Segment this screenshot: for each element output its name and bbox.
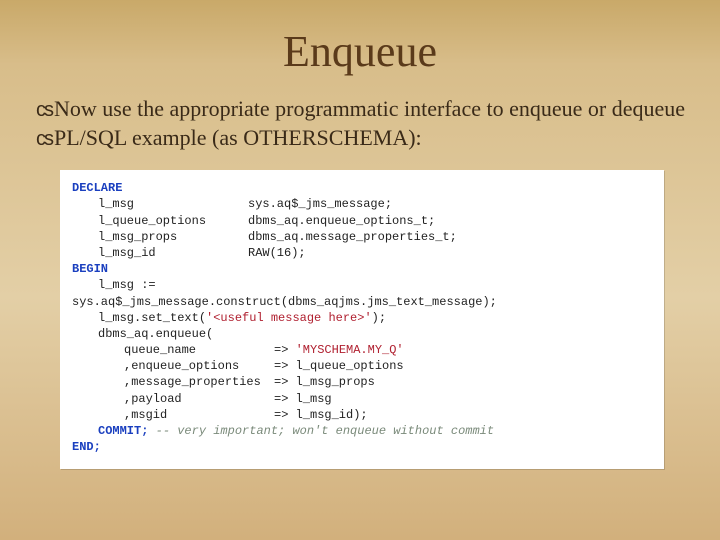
code-line: ,msgid=> l_msg_id); [72, 407, 652, 423]
code-line: l_msgsys.aq$_jms_message; [72, 196, 652, 212]
bullet-icon: c⁠s [36, 128, 52, 150]
code-line: l_msg_idRAW(16); [72, 245, 652, 261]
code-line: BEGIN [72, 261, 652, 277]
code-line: ,message_properties=> l_msg_props [72, 374, 652, 390]
code-comment: -- very important; won't enqueue without… [148, 424, 494, 438]
code-line: ,payload=> l_msg [72, 391, 652, 407]
code-line: l_queue_optionsdbms_aq.enqueue_options_t… [72, 213, 652, 229]
code-line: ,enqueue_options=> l_queue_options [72, 358, 652, 374]
code-line: l_msg_propsdbms_aq.message_properties_t; [72, 229, 652, 245]
code-line: queue_name=> 'MYSCHEMA.MY_Q' [72, 342, 652, 358]
code-line: END; [72, 439, 652, 455]
code-line: COMMIT; -- very important; won't enqueue… [72, 423, 652, 439]
code-line: sys.aq$_jms_message.construct(dbms_aqjms… [72, 294, 652, 310]
code-line: dbms_aq.enqueue( [72, 326, 652, 342]
bullet-item: c⁠sNow use the appropriate programmatic … [36, 95, 686, 124]
slide: Enqueue c⁠sNow use the appropriate progr… [0, 0, 720, 540]
bullet-list: c⁠sNow use the appropriate programmatic … [36, 95, 686, 152]
bullet-text: Now use the appropriate programmatic int… [54, 96, 685, 121]
code-line: DECLARE [72, 180, 652, 196]
keyword-end: END; [72, 440, 101, 454]
slide-title: Enqueue [30, 26, 690, 77]
code-block: DECLARE l_msgsys.aq$_jms_message; l_queu… [60, 170, 664, 469]
keyword-commit: COMMIT; [98, 424, 148, 438]
code-line: l_msg := [72, 277, 652, 293]
bullet-text: PL/SQL example (as OTHERSCHEMA): [54, 125, 422, 150]
keyword-begin: BEGIN [72, 262, 108, 276]
bullet-icon: c⁠s [36, 99, 52, 121]
code-line: l_msg.set_text('<useful message here>'); [72, 310, 652, 326]
bullet-item: c⁠sPL/SQL example (as OTHERSCHEMA): [36, 124, 686, 153]
keyword-declare: DECLARE [72, 181, 122, 195]
